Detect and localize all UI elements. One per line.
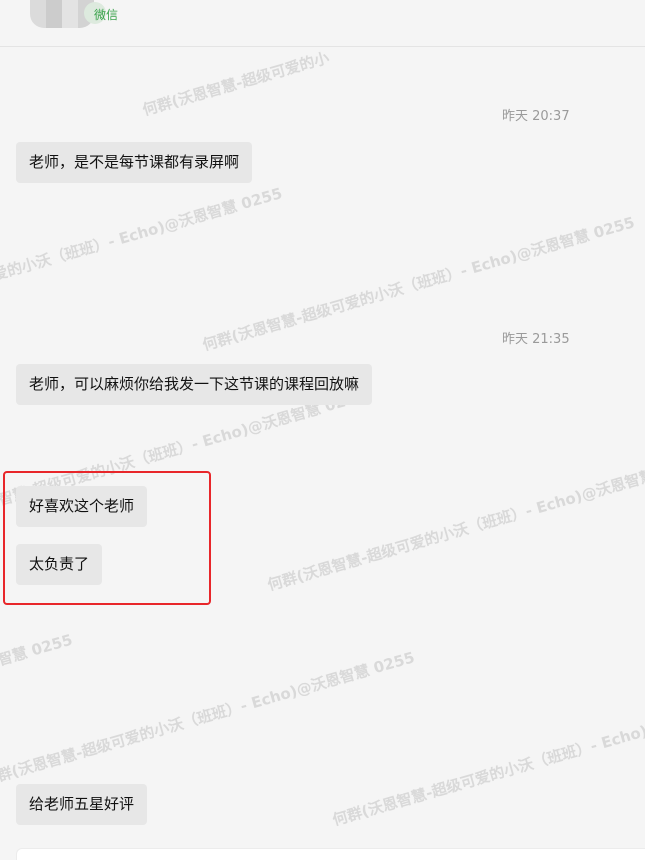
- watermark-text: 何群(沃恩智慧-超级可爱的小沃（班班）- Echo)@沃恩智慧 0255: [330, 688, 645, 830]
- message-bubble[interactable]: 给老师五星好评: [16, 784, 148, 825]
- chat-header: 微信: [0, 0, 645, 47]
- watermark-text: 爱的小沃（班班）- Echo)@沃恩智慧 0255: [0, 184, 285, 285]
- chat-window: 微信 何群(沃恩智慧-超级可爱的小 爱的小沃（班班）- Echo)@沃恩智慧 0…: [0, 0, 645, 860]
- message-timestamp: 昨天 21:35: [502, 332, 570, 347]
- contact-avatar[interactable]: [30, 0, 106, 28]
- contact-source-tag: 微信: [94, 8, 119, 22]
- message-timestamp: 昨天 20:37: [502, 109, 570, 124]
- watermark-text: 智慧 0255: [0, 630, 75, 670]
- watermark-text: 何群(沃恩智慧-超级可爱的小沃（班班）- Echo)@沃恩智慧 0255: [0, 648, 417, 790]
- message-bubble[interactable]: 老师，是不是每节课都有录屏啊: [16, 142, 253, 183]
- highlight-annotation-box: [3, 471, 211, 605]
- message-bubble[interactable]: 老师，可以麻烦你给我发一下这节课的课程回放嘛: [16, 364, 373, 405]
- watermark-text: 何群(沃恩智慧-超级可爱的小: [140, 48, 332, 120]
- watermark-text: 何群(沃恩智慧-超级可爱的小沃（班班）- Echo)@沃恩智慧 0255: [200, 213, 637, 355]
- watermark-text: 何群(沃恩智慧-超级可爱的小沃（班班）- Echo)@沃恩智慧 0255: [265, 453, 645, 595]
- message-input-area[interactable]: [16, 848, 645, 860]
- watermark-layer: 何群(沃恩智慧-超级可爱的小 爱的小沃（班班）- Echo)@沃恩智慧 0255…: [0, 0, 645, 860]
